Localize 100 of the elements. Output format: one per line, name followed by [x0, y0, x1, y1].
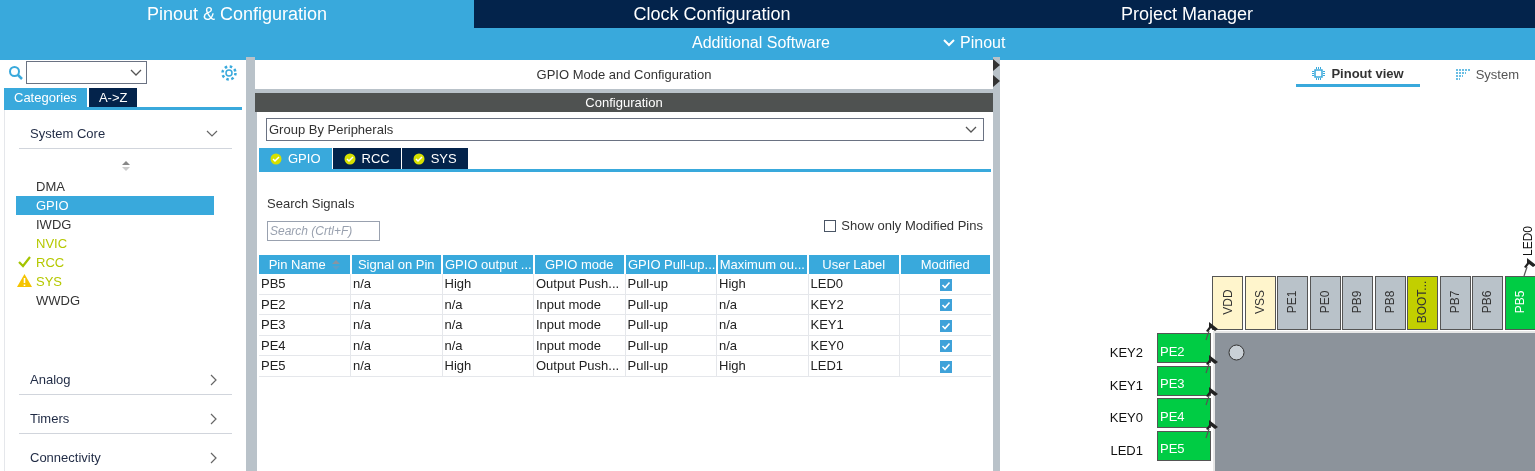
chevron-right-icon — [210, 374, 218, 386]
pin[interactable]: VSS — [1244, 276, 1276, 330]
chevron-right-icon — [210, 452, 218, 464]
table-cell: n/a — [442, 335, 534, 356]
table-cell: n/a — [716, 294, 808, 315]
pin[interactable]: PB8 — [1374, 276, 1406, 330]
chevron-down-icon — [130, 68, 142, 77]
sidebar-tab[interactable]: A->Z — [88, 88, 138, 107]
grid-icon — [1455, 69, 1470, 81]
warning-icon — [17, 274, 32, 287]
search-signals-field[interactable]: Search (Crtl+F) — [267, 220, 380, 241]
table-cell: LED1 — [808, 355, 900, 376]
pin-label: LED1 — [1109, 441, 1143, 460]
pin[interactable]: PE0 — [1309, 276, 1341, 330]
pushpin-icon — [1205, 386, 1219, 406]
table-cell: Pull-up — [625, 294, 717, 315]
table-cell: Input mode — [533, 314, 625, 335]
table-cell: High — [716, 355, 808, 376]
settings-icon[interactable] — [220, 63, 238, 82]
table-cell: n/a — [350, 314, 442, 335]
group-by-dropdown[interactable]: Group By Peripherals — [266, 118, 984, 141]
pin[interactable]: PB9 — [1342, 276, 1373, 330]
sidebar-item[interactable]: WWDG — [16, 291, 214, 310]
check-circle-icon — [270, 152, 282, 165]
chevron-down-icon — [942, 37, 956, 48]
collapse-arrow-icon[interactable] — [993, 57, 1000, 89]
pushpin-icon — [1205, 353, 1219, 374]
table-cell: Pull-up — [625, 355, 717, 376]
category-header[interactable]: System Core — [19, 110, 232, 149]
pin-label: KEY1 — [1108, 376, 1143, 395]
checkbox[interactable] — [939, 299, 952, 312]
table-cell: n/a — [350, 274, 442, 294]
view-tab[interactable]: Pinout view — [1296, 63, 1420, 87]
table-cell: Pull-up — [625, 314, 717, 335]
table-cell: PB5 — [259, 274, 351, 294]
splitter-bar[interactable] — [993, 57, 1000, 471]
config-tab[interactable]: SYS — [401, 148, 468, 169]
check-icon — [18, 256, 31, 268]
sort-icon — [331, 260, 340, 271]
category-header[interactable]: Timers — [19, 395, 232, 434]
pin-label: KEY2 — [1108, 344, 1143, 362]
checkbox[interactable] — [939, 319, 952, 332]
table-cell: n/a — [442, 294, 534, 315]
table-cell: KEY0 — [808, 335, 900, 356]
pin-label: KEY0 — [1108, 409, 1143, 427]
check-circle-icon — [343, 152, 356, 165]
pin[interactable]: PB6 — [1472, 276, 1503, 330]
table-cell: n/a — [350, 294, 442, 315]
pin[interactable]: VDD — [1212, 276, 1243, 330]
table-cell: Output Push... — [533, 274, 625, 294]
pin1-marker-icon — [1228, 344, 1245, 361]
table-cell: PE2 — [259, 294, 351, 315]
table-cell: KEY2 — [808, 294, 900, 315]
search-dropdown[interactable] — [26, 61, 147, 84]
category-header[interactable]: Analog — [19, 356, 232, 395]
table-cell: n/a — [442, 314, 534, 335]
table-cell: Output Push... — [533, 355, 625, 376]
table-cell: PE4 — [259, 335, 351, 356]
checkbox[interactable] — [824, 219, 837, 232]
table-cell: High — [442, 355, 534, 376]
table-cell: Input mode — [533, 335, 625, 356]
panel-title: GPIO Mode and Configuration — [535, 65, 713, 84]
table-cell: n/a — [716, 335, 808, 356]
pin-label: LED0 — [1519, 226, 1535, 256]
table-cell: Input mode — [533, 294, 625, 315]
check-circle-icon — [412, 152, 425, 165]
checkbox[interactable] — [939, 360, 952, 373]
category-header[interactable]: Connectivity — [19, 434, 232, 471]
search-icon — [8, 64, 24, 81]
pushpin-icon — [1205, 321, 1219, 341]
view-tab[interactable]: System — [1439, 63, 1535, 87]
pushpin-icon — [1205, 418, 1219, 439]
table-cell: PE3 — [259, 314, 351, 335]
table-cell: High — [442, 274, 534, 294]
checkbox[interactable] — [939, 278, 952, 291]
pin[interactable]: BOOT... — [1407, 276, 1438, 330]
sort-icon[interactable] — [121, 161, 130, 171]
checkbox-label: Show only Modified Pins — [841, 217, 983, 235]
table-cell: Pull-up — [625, 274, 717, 294]
section-header: Configuration — [255, 93, 993, 112]
chevron-right-icon — [210, 413, 218, 425]
chip-icon — [1312, 67, 1326, 80]
config-tab[interactable]: RCC — [332, 148, 401, 169]
checkbox[interactable] — [939, 340, 952, 353]
chevron-down-icon — [965, 125, 977, 134]
table-cell: KEY1 — [808, 314, 900, 335]
table-cell: LED0 — [808, 274, 900, 294]
pushpin-icon — [1522, 257, 1535, 277]
search-signals-label: Search Signals — [267, 195, 356, 213]
pin[interactable]: PB7 — [1439, 276, 1471, 330]
table-cell: Pull-up — [625, 335, 717, 356]
table-cell: High — [716, 274, 808, 294]
table-cell: n/a — [350, 355, 442, 376]
sidebar-item[interactable]: IWDG — [16, 215, 214, 234]
sidebar-item[interactable]: DMA — [16, 177, 214, 196]
table-cell: PE5 — [259, 355, 351, 376]
table-cell: n/a — [716, 314, 808, 335]
chevron-down-icon — [206, 130, 218, 138]
table-cell: n/a — [350, 335, 442, 356]
pin[interactable]: PE1 — [1277, 276, 1308, 330]
